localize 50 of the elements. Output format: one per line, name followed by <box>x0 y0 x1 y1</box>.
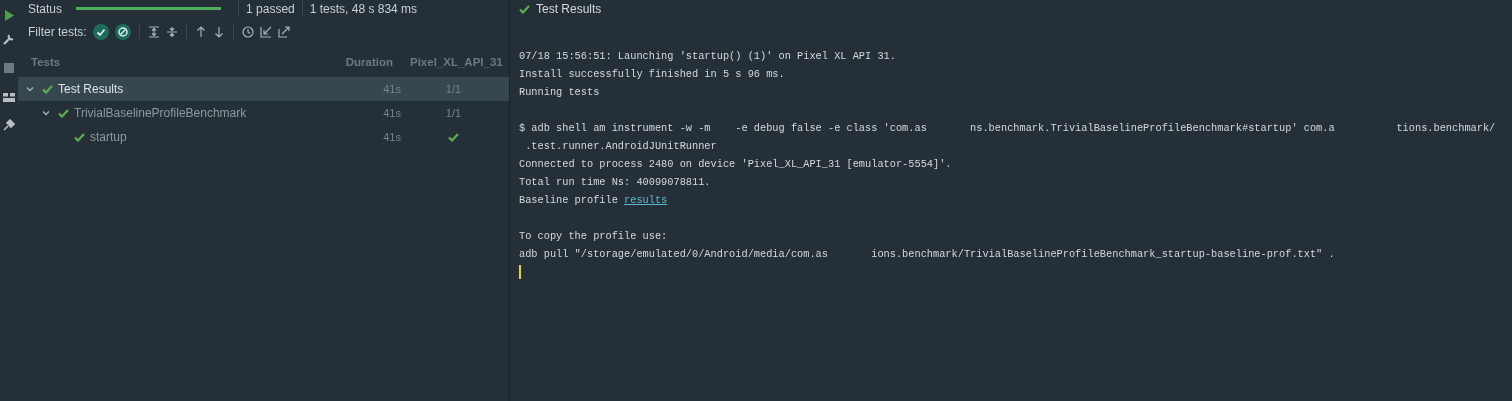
console-line: Connected to process 2480 on device 'Pixel_XL_API_31 [emulator-5554]'. <box>519 158 952 170</box>
console-line: To copy the profile use: <box>519 230 668 242</box>
collapse-all-icon[interactable] <box>165 25 178 38</box>
tree-row[interactable]: Test Results 41s 1/1 <box>18 77 509 101</box>
results-link[interactable]: results <box>624 194 668 206</box>
down-arrow-icon[interactable] <box>212 25 225 38</box>
export-icon[interactable] <box>277 25 290 38</box>
column-header[interactable]: Pixel_XL_API_31 <box>401 56 506 68</box>
console-line: Baseline profile results <box>519 194 668 206</box>
console-title: Test Results <box>536 2 602 16</box>
column-header[interactable]: Duration <box>331 56 401 68</box>
test-name: Test Results <box>58 82 124 96</box>
test-summary: 1 tests, 48 s 834 ms <box>309 1 418 16</box>
history-icon[interactable] <box>241 25 254 38</box>
text-cursor <box>519 265 521 280</box>
show-passed-toggle[interactable] <box>92 23 109 40</box>
layout-icon[interactable] <box>3 92 15 102</box>
result-count: 1/1 <box>445 107 462 119</box>
test-name: TrivialBaselineProfileBenchmark <box>74 106 247 120</box>
chevron-icon[interactable] <box>42 109 50 117</box>
tree-row[interactable]: TrivialBaselineProfileBenchmark 41s 1/1 <box>18 101 509 125</box>
status-label: Status <box>28 1 63 16</box>
wrench-icon[interactable] <box>3 33 15 45</box>
run-icon[interactable] <box>4 9 14 21</box>
console-line: 07/18 15:56:51: Launching 'startup() (1)' on Pixel XL API 31. <box>519 50 896 62</box>
passed-icon <box>519 4 530 14</box>
test-name: startup <box>90 130 127 144</box>
passed-icon <box>74 132 85 142</box>
import-icon[interactable] <box>259 25 272 38</box>
pin-icon[interactable] <box>3 119 15 131</box>
passed-count: 1 passed <box>246 1 295 16</box>
show-ignored-toggle[interactable] <box>114 23 131 40</box>
console-line: $ adb shell am instrument -w -m -e debug false -e class 'com.as ns.benchmark.TrivialBaselineProfileBenchmark#startup' com.a tions.benchmark/ <box>519 122 1496 134</box>
console-line: .test.runner.AndroidJUnitRunner <box>524 140 717 152</box>
console-line: Running tests <box>519 86 600 98</box>
console-line: Total run time Ns: 40099078811. <box>519 176 711 188</box>
console-line: adb pull "/storage/emulated/0/Android/media/com.as ions.benchmark/TrivialBaselineProfileBenchmark_startup-baseline-prof.txt" . <box>519 248 1335 260</box>
duration-text: 41s <box>383 107 401 119</box>
chevron-icon[interactable] <box>26 85 34 93</box>
console-line: Install successfully finished in 5 s 96 ms. <box>519 68 785 80</box>
filter-label: Filter tests: <box>28 24 87 39</box>
duration-text: 41s <box>383 131 401 143</box>
passed-icon <box>58 108 69 118</box>
result-count: 1/1 <box>445 83 462 95</box>
duration-text: 41s <box>383 83 401 95</box>
tree-row[interactable]: startup 41s <box>18 125 509 149</box>
expand-all-icon[interactable] <box>147 25 160 38</box>
column-header[interactable]: Tests <box>18 56 331 68</box>
passed-icon <box>448 132 459 142</box>
passed-icon <box>42 84 53 94</box>
